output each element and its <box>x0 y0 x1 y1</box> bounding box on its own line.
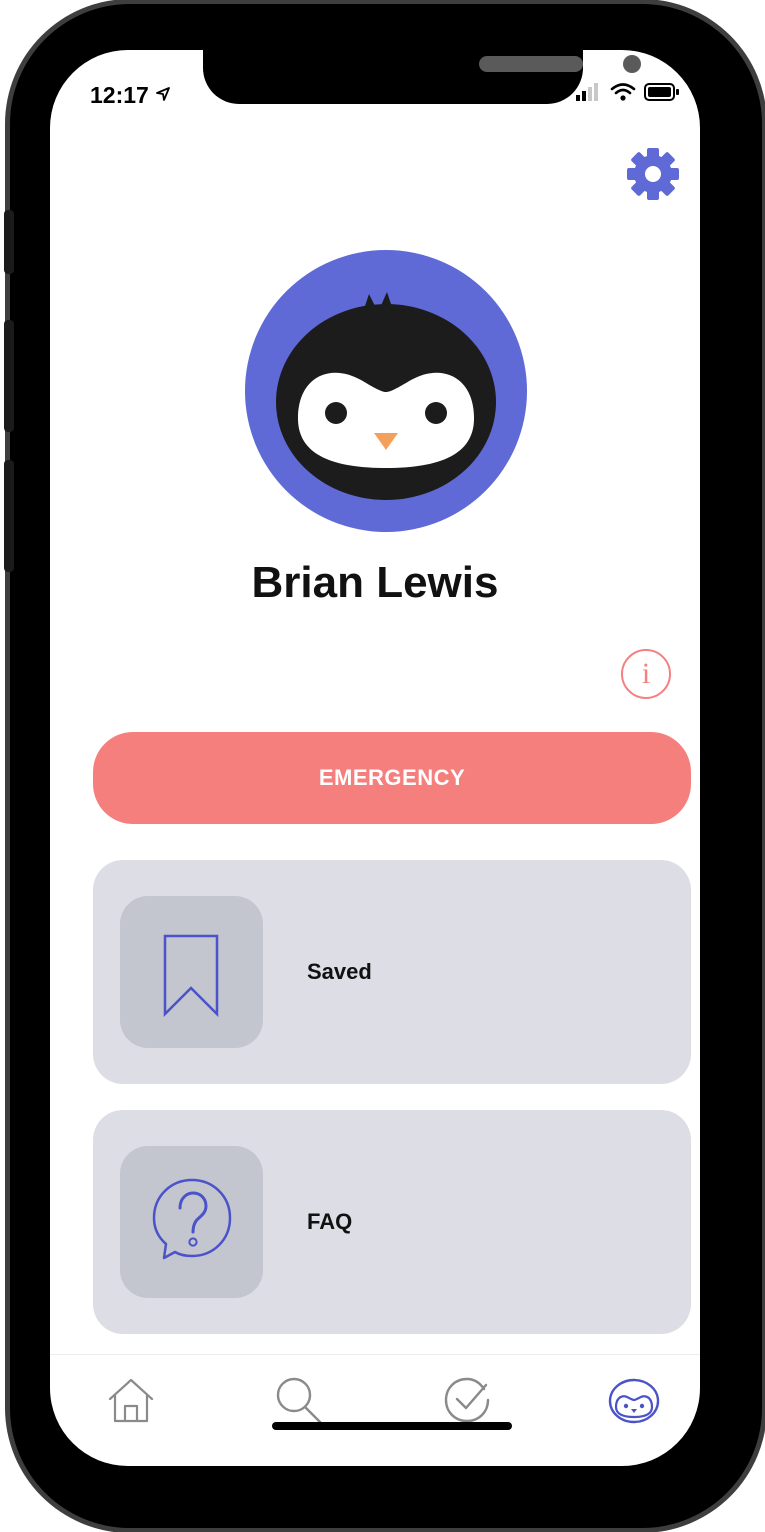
settings-gear-icon[interactable] <box>625 146 681 202</box>
tab-home[interactable] <box>104 1373 158 1427</box>
status-icons <box>576 82 680 102</box>
faq-label: FAQ <box>307 1209 353 1234</box>
side-button-volume-down <box>4 460 14 572</box>
tab-search[interactable] <box>272 1373 326 1427</box>
front-camera <box>623 55 641 73</box>
bookmark-icon <box>163 934 219 1018</box>
check-circle-icon <box>444 1377 490 1423</box>
penguin-icon <box>608 1378 660 1424</box>
tab-bar <box>50 1354 700 1466</box>
saved-icon-tile <box>120 896 263 1048</box>
speaker <box>479 56 583 72</box>
side-button-volume-up <box>4 320 14 432</box>
wifi-icon <box>610 83 636 101</box>
faq-icon-tile <box>120 1146 263 1298</box>
battery-icon <box>644 83 679 101</box>
signal-icon <box>576 83 598 101</box>
location-arrow-icon <box>156 87 171 101</box>
saved-card[interactable]: Saved <box>93 860 691 1084</box>
screen: 12:17 Brian Lewis i EMERGENCY Saved FAQ <box>50 50 700 1466</box>
emergency-button[interactable]: EMERGENCY <box>93 732 691 824</box>
profile-avatar[interactable] <box>245 250 527 532</box>
tab-checklist[interactable] <box>440 1373 494 1427</box>
saved-label: Saved <box>307 959 372 984</box>
faq-card[interactable]: FAQ <box>93 1110 691 1334</box>
info-icon[interactable]: i <box>621 649 671 699</box>
penguin-avatar-icon <box>276 292 496 500</box>
home-indicator[interactable] <box>272 1422 512 1430</box>
search-icon <box>276 1377 324 1426</box>
profile-name: Brian Lewis <box>251 558 499 607</box>
notch <box>203 50 641 104</box>
side-button-mute <box>4 210 14 274</box>
status-time: 12:17 <box>90 82 171 109</box>
home-icon <box>108 1378 154 1423</box>
question-bubble-icon <box>152 1178 232 1260</box>
tab-profile[interactable] <box>607 1373 661 1427</box>
